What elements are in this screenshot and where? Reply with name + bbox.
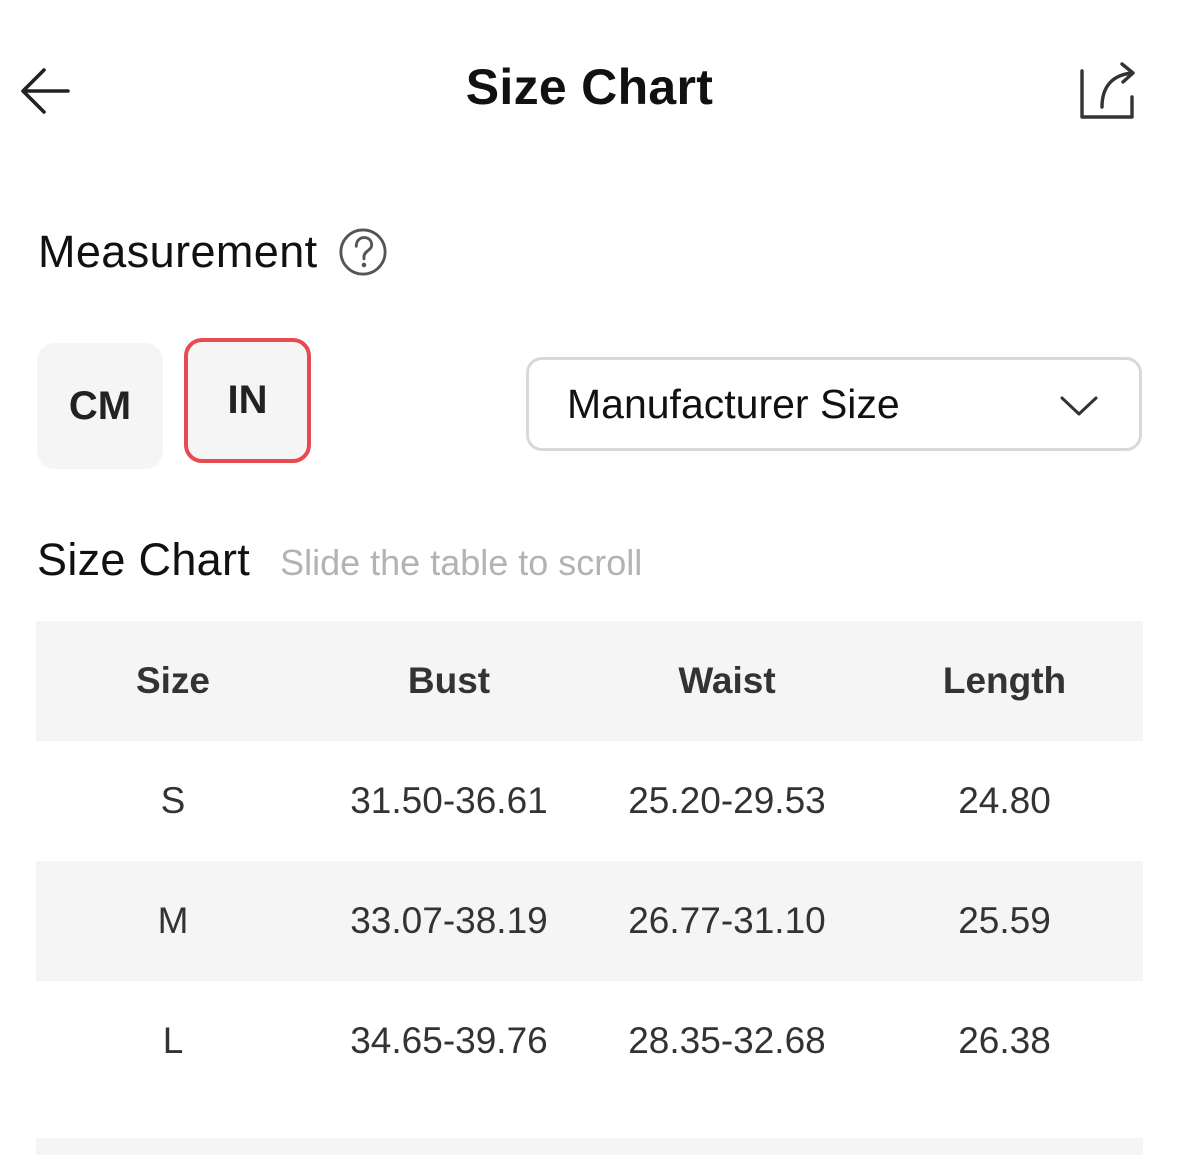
table-cell-bust: 34.65-39.76 <box>350 1020 548 1061</box>
share-button[interactable] <box>1068 56 1144 126</box>
chevron-down-icon <box>1060 396 1098 416</box>
table-cell-waist: 28.35-32.68 <box>628 1020 826 1061</box>
table-cell-bust: 31.50-36.61 <box>350 780 548 821</box>
table-cell-length: 26.38 <box>958 1020 1051 1061</box>
measurement-label: Measurement <box>38 226 318 277</box>
table-cell-size: M <box>157 900 189 941</box>
column-header-length: Length <box>942 660 1067 701</box>
size-system-value: Manufacturer Size <box>567 380 900 427</box>
size-chart-title: Size Chart <box>37 534 251 585</box>
top-bar: Size Chart <box>0 0 1179 180</box>
column-header-bust: Bust <box>407 660 491 701</box>
column-header-waist: Waist <box>678 660 776 701</box>
table-cell-size: L <box>162 1020 184 1061</box>
table-row: M 33.07-38.19 26.77-31.10 25.59 <box>36 861 1143 981</box>
table-cell-length: 25.59 <box>958 900 1051 941</box>
table-cell-size: S <box>160 780 186 821</box>
table-row: S 31.50-36.61 25.20-29.53 24.80 <box>36 741 1143 861</box>
table-cell-waist: 26.77-31.10 <box>628 900 826 941</box>
table-cell-bust: 33.07-38.19 <box>350 900 548 941</box>
unit-cm-button[interactable]: CM <box>37 343 163 469</box>
table-row: L 34.65-39.76 28.35-32.68 26.38 <box>36 981 1143 1101</box>
size-table[interactable]: Size Bust Waist Length S 31.50-36.61 25.… <box>36 621 1143 1101</box>
size-chart-heading: Size Chart Slide the table to scroll <box>37 534 642 586</box>
measurement-row: Measurement <box>38 222 388 282</box>
share-icon <box>1080 62 1135 119</box>
question-circle-icon[interactable] <box>338 227 388 277</box>
table-row-partial <box>36 1138 1143 1155</box>
table-cell-length: 24.80 <box>958 780 1051 821</box>
column-header-size: Size <box>135 660 211 701</box>
scroll-hint: Slide the table to scroll <box>280 542 643 583</box>
size-system-dropdown[interactable]: Manufacturer Size <box>526 357 1142 451</box>
table-header-row: Size Bust Waist Length <box>36 621 1143 741</box>
unit-in-button[interactable]: IN <box>184 338 311 463</box>
page-title: Size Chart <box>465 59 714 115</box>
table-cell-waist: 25.20-29.53 <box>628 780 826 821</box>
